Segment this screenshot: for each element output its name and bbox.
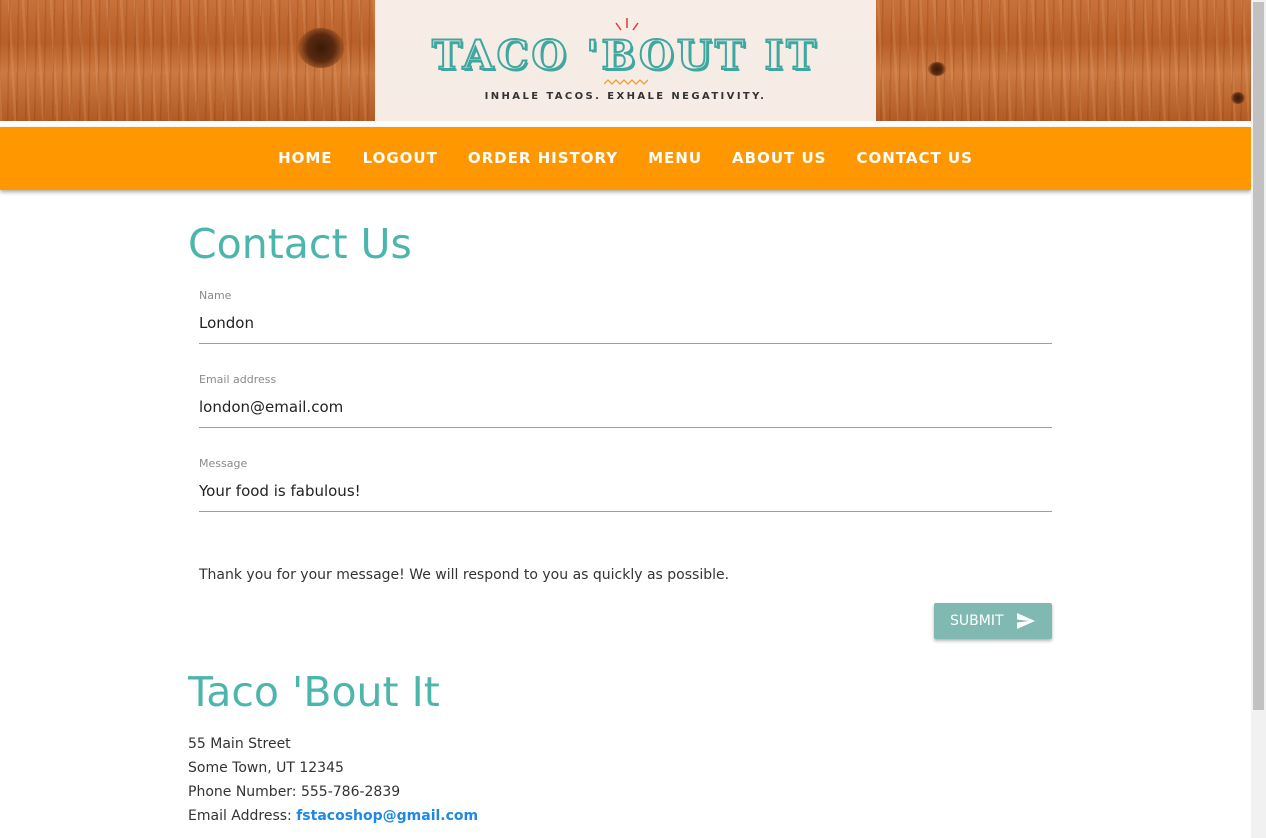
footer-email-line: Email Address: fstacoshop@gmail.com: [188, 808, 478, 824]
name-input[interactable]: [199, 314, 1052, 344]
header-banner: TACO 'BOUT IT INHALE TACOS. EXHALE NEGAT…: [0, 0, 1251, 121]
main-nav: HOME LOGOUT ORDER HISTORY MENU ABOUT US …: [0, 127, 1251, 190]
email-field-group: Email address: [199, 373, 1052, 428]
nav-link-home[interactable]: HOME: [263, 127, 347, 190]
email-input[interactable]: [199, 398, 1052, 428]
send-icon: [1017, 613, 1035, 629]
nav-link-menu[interactable]: MENU: [633, 127, 717, 190]
wood-knot: [1231, 92, 1245, 104]
page-title: Contact Us: [188, 220, 412, 268]
message-input[interactable]: [199, 482, 1052, 512]
squiggle-icon: [604, 79, 648, 85]
browser-viewport: TACO 'BOUT IT INHALE TACOS. EXHALE NEGAT…: [0, 0, 1266, 838]
page: TACO 'BOUT IT INHALE TACOS. EXHALE NEGAT…: [0, 0, 1251, 838]
nav-item-about-us: ABOUT US: [717, 127, 841, 190]
nav-item-home: HOME: [263, 127, 347, 190]
footer-email-label: Email Address:: [188, 808, 297, 824]
name-field-group: Name: [199, 289, 1052, 344]
wood-knot: [298, 28, 344, 68]
nav-link-logout[interactable]: LOGOUT: [348, 127, 453, 190]
nav-link-order-history[interactable]: ORDER HISTORY: [453, 127, 633, 190]
vertical-scrollbar[interactable]: [1251, 0, 1266, 838]
nav-item-contact-us: CONTACT US: [841, 127, 987, 190]
message-field-group: Message: [199, 457, 1052, 512]
footer-title: Taco 'Bout It: [188, 668, 440, 716]
footer-phone: Phone Number: 555-786-2839: [188, 784, 401, 800]
nav-item-logout: LOGOUT: [348, 127, 453, 190]
submit-button[interactable]: SUBMIT: [934, 603, 1052, 639]
scrollbar-thumb[interactable]: [1253, 2, 1264, 710]
nav-item-order-history: ORDER HISTORY: [453, 127, 633, 190]
logo-tagline: INHALE TACOS. EXHALE NEGATIVITY.: [484, 91, 767, 102]
email-label: Email address: [199, 373, 277, 386]
nav-link-contact-us[interactable]: CONTACT US: [841, 127, 987, 190]
footer-email-link[interactable]: fstacoshop@gmail.com: [296, 808, 478, 824]
nav-item-menu: MENU: [633, 127, 717, 190]
message-label: Message: [199, 457, 248, 470]
logo-wordmark: TACO 'BOUT IT: [431, 31, 819, 80]
name-label: Name: [199, 289, 232, 302]
confirmation-message: Thank you for your message! We will resp…: [199, 567, 730, 583]
logo-panel[interactable]: TACO 'BOUT IT INHALE TACOS. EXHALE NEGAT…: [375, 0, 876, 121]
nav-list: HOME LOGOUT ORDER HISTORY MENU ABOUT US …: [263, 127, 988, 190]
nav-link-about-us[interactable]: ABOUT US: [717, 127, 841, 190]
footer-address-line1: 55 Main Street: [188, 736, 291, 752]
footer-address-line2: Some Town, UT 12345: [188, 760, 344, 776]
wood-knot: [928, 62, 946, 76]
submit-label: SUBMIT: [950, 613, 1004, 629]
sun-rays-icon: [615, 18, 639, 31]
